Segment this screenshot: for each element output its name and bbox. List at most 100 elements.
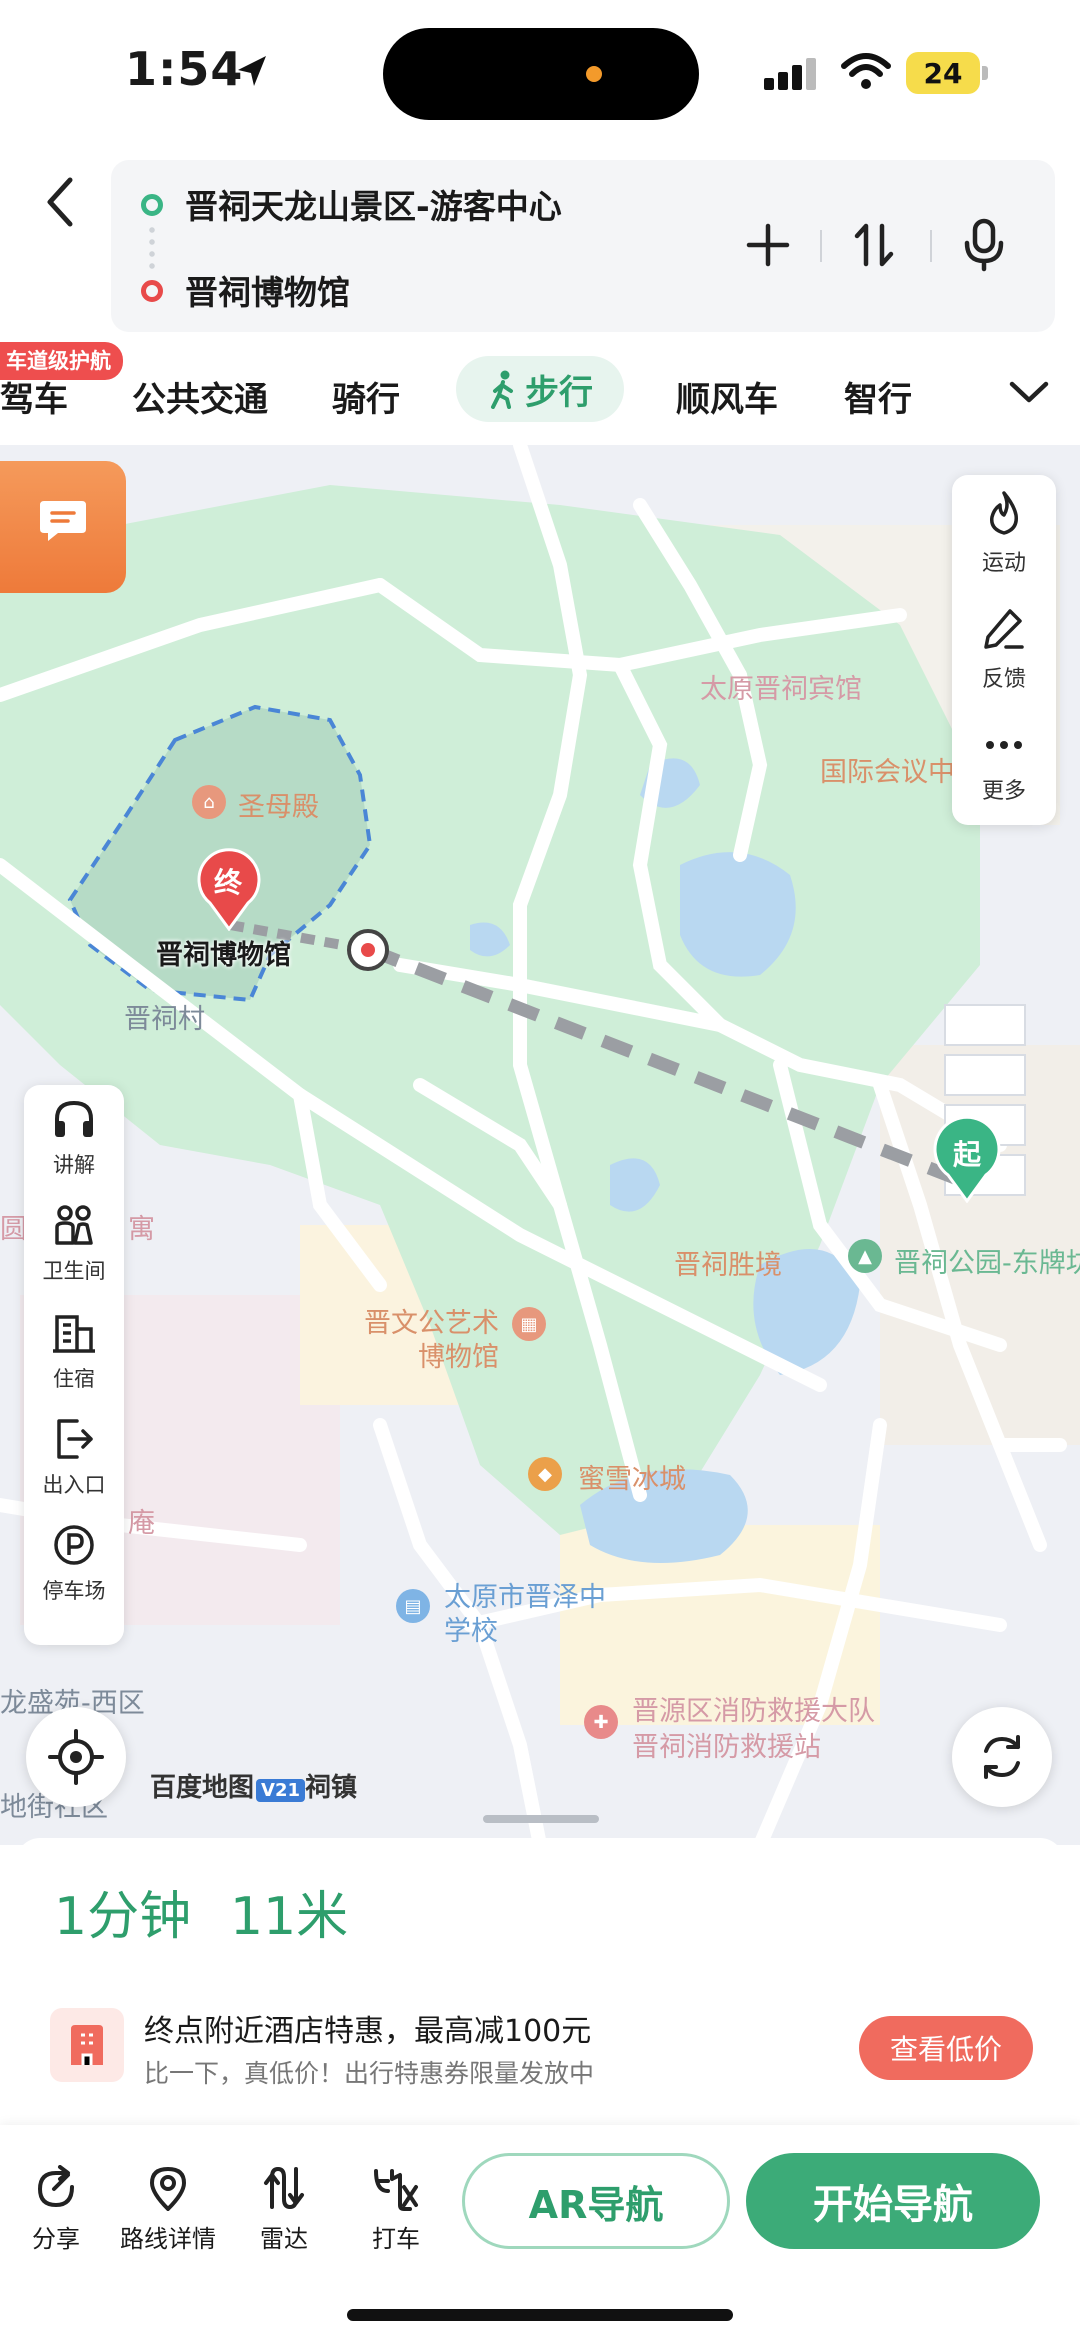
shop-icon[interactable]: ◆: [528, 1457, 562, 1491]
fire-station-icon[interactable]: ✚: [584, 1705, 618, 1739]
share-icon: [37, 2165, 74, 2208]
baidu-map-logo: 百度地图: [150, 1773, 255, 1803]
refresh-route-button[interactable]: [952, 1707, 1052, 1807]
microphone-icon: [964, 218, 1004, 272]
crosshair-icon: [48, 1729, 104, 1785]
flame-icon: [990, 491, 1018, 535]
ar-navigation-button[interactable]: AR导航: [462, 2153, 730, 2249]
share-button[interactable]: 分享: [30, 2165, 82, 2254]
status-time: 1:54: [125, 42, 244, 96]
start-navigation-button[interactable]: 开始导航: [746, 2153, 1040, 2249]
divider: [820, 230, 822, 262]
divider: [930, 230, 932, 262]
entrance-button[interactable]: 出入口: [24, 1417, 124, 1499]
area-label: 晋祠村: [124, 1004, 205, 1035]
park-icon[interactable]: ▲: [848, 1239, 882, 1273]
route-distance: 11米: [230, 1887, 349, 1947]
current-location-icon: [347, 929, 389, 971]
status-bar: 1:54 24: [0, 0, 1080, 150]
map-version-badge: V21: [256, 1779, 305, 1802]
dynamic-island: [383, 28, 699, 120]
bottom-action-bar: 分享 路线详情 雷达 打车 AR导航 开始导航: [0, 2125, 1080, 2341]
taxi-button[interactable]: 打车: [370, 2165, 422, 2254]
more-button[interactable]: 更多: [952, 725, 1056, 805]
poi-label[interactable]: 晋祠消防救援站: [632, 1725, 821, 1764]
map-pin-icon: [149, 2166, 187, 2212]
transport-mode-tabs: 车道级护航 驾车 公共交通 骑行 步行 顺风车 智行: [0, 342, 1080, 442]
view-low-price-button[interactable]: 查看低价: [859, 2016, 1033, 2080]
feedback-bubble-button[interactable]: [0, 461, 126, 593]
map-view[interactable]: 太原晋祠宾馆 国际会议中 ⌂ 圣母殿 晋祠博物馆 晋祠村 晋祠胜境 ▲ 晋祠公园…: [0, 445, 1080, 1845]
area-label: 寓: [128, 1214, 155, 1245]
more-dots-icon: [986, 741, 1022, 749]
route-detail-button[interactable]: 路线详情: [120, 2165, 216, 2254]
lodging-button[interactable]: 住宿: [24, 1311, 124, 1393]
pencil-icon: [984, 609, 1024, 649]
tab-smart-travel[interactable]: 智行: [844, 372, 912, 421]
tab-transit[interactable]: 公共交通: [132, 372, 268, 421]
walking-person-icon: [491, 370, 513, 409]
radar-button[interactable]: 雷达: [258, 2165, 310, 2254]
restroom-button[interactable]: 卫生间: [24, 1203, 124, 1285]
poi-label[interactable]: 晋源区消防救援大队: [632, 1689, 875, 1728]
hotel-promo-banner[interactable]: 终点附近酒店特惠，最高减100元 比一下，真低价！出行特惠券限量发放中 查看低价: [16, 1988, 1064, 2108]
poi-label[interactable]: 学校: [444, 1609, 498, 1648]
route-duration: 1分钟: [54, 1887, 192, 1947]
parking-label: 停车场: [42, 1579, 106, 1603]
tab-drive[interactable]: 驾车: [0, 372, 68, 421]
destination-dot: [141, 280, 163, 302]
sport-button[interactable]: 运动: [952, 489, 1056, 577]
school-icon[interactable]: ▤: [396, 1589, 430, 1623]
wifi-icon: [841, 53, 891, 89]
battery-level: 24: [906, 52, 980, 94]
feedback-label: 反馈: [981, 667, 1026, 692]
feedback-button[interactable]: 反馈: [952, 605, 1056, 693]
start-marker-label: 起: [953, 1138, 982, 1171]
poi-label[interactable]: 圣母殿: [238, 785, 319, 824]
restroom-label: 卫生间: [42, 1259, 106, 1283]
back-chevron-icon[interactable]: [36, 172, 86, 232]
exit-door-icon: [57, 1419, 93, 1459]
route-detail-label: 路线详情: [120, 2225, 216, 2253]
chevron-down-icon[interactable]: [1004, 372, 1054, 412]
taxi-icon: [374, 2169, 418, 2211]
poi-label[interactable]: 晋祠公园-东牌坊: [894, 1241, 1080, 1280]
poi-label[interactable]: 太原晋祠宾馆: [700, 667, 862, 706]
museum-icon[interactable]: ▦: [512, 1307, 546, 1341]
origin-field[interactable]: 晋祠天龙山景区-游客中心: [185, 180, 562, 228]
route-connector: [149, 224, 155, 272]
destination-label[interactable]: 晋祠博物馆: [156, 933, 291, 972]
privacy-indicator: [586, 66, 602, 82]
promo-title: 终点附近酒店特惠，最高减100元: [144, 2014, 592, 2049]
sheet-drag-handle[interactable]: [483, 1815, 599, 1823]
tab-cycling[interactable]: 骑行: [332, 372, 400, 421]
area-label: 庵: [128, 1508, 155, 1539]
battery-cap: [982, 66, 988, 80]
voice-input-button[interactable]: [949, 210, 1019, 280]
end-marker-label: 终: [214, 866, 243, 899]
area-label: 祠镇: [305, 1773, 358, 1803]
poi-label[interactable]: 国际会议中: [820, 750, 955, 789]
parking-icon: [54, 1525, 94, 1565]
tab-walking-label: 步行: [525, 372, 593, 413]
tab-walking[interactable]: 步行: [456, 356, 624, 422]
map-tools-panel: 运动 反馈 更多: [952, 475, 1056, 825]
add-waypoint-button[interactable]: [733, 210, 803, 280]
poi-label[interactable]: 晋祠胜境: [674, 1243, 782, 1282]
poi-label[interactable]: 博物馆: [418, 1335, 499, 1374]
audio-guide-label: 讲解: [53, 1153, 95, 1177]
swap-button[interactable]: [839, 210, 909, 280]
tab-carpool[interactable]: 顺风车: [676, 372, 778, 421]
map-attribution: 百度地图 V21 祠镇: [150, 1767, 357, 1804]
temple-icon[interactable]: ⌂: [192, 785, 226, 819]
headphones-icon: [55, 1100, 93, 1137]
promo-subtitle: 比一下，真低价！出行特惠券限量发放中: [144, 2059, 595, 2088]
destination-field[interactable]: 晋祠博物馆: [185, 266, 350, 314]
poi-label[interactable]: 蜜雪冰城: [578, 1457, 686, 1496]
radar-label: 雷达: [260, 2225, 308, 2253]
audio-guide-button[interactable]: 讲解: [24, 1097, 124, 1179]
taxi-label: 打车: [372, 2225, 420, 2253]
parking-button[interactable]: 停车场: [24, 1523, 124, 1605]
lodging-label: 住宿: [53, 1367, 95, 1391]
locate-me-button[interactable]: [26, 1707, 126, 1807]
